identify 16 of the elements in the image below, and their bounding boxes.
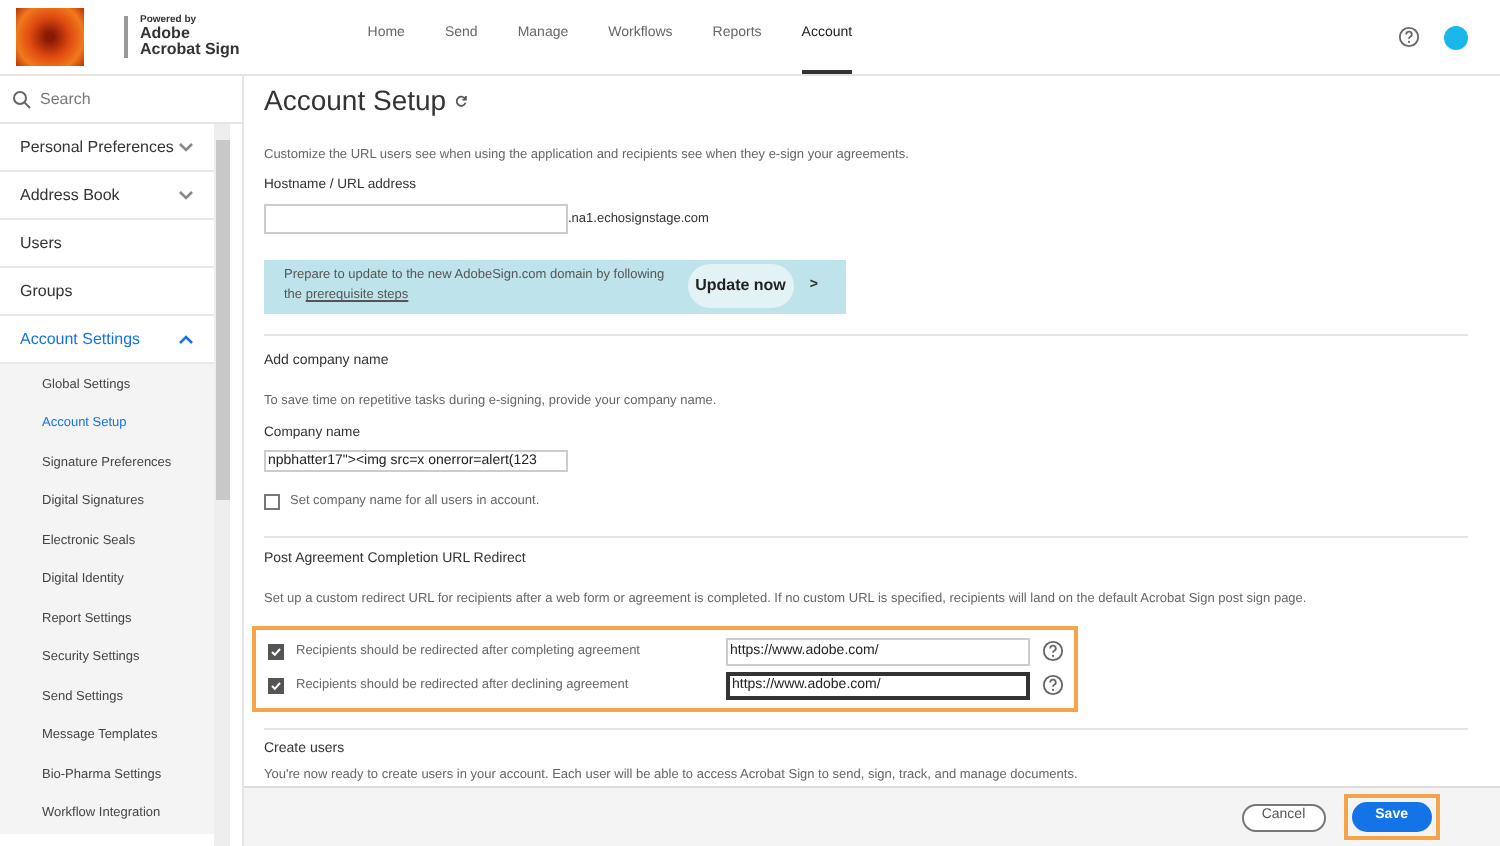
help-icon[interactable] bbox=[1042, 674, 1064, 697]
page-title: Account Setup bbox=[264, 82, 447, 120]
flower-logo bbox=[16, 8, 84, 66]
search-icon bbox=[12, 89, 32, 109]
refresh-icon[interactable] bbox=[454, 94, 469, 108]
brand-name: Adobe bbox=[140, 26, 192, 42]
search-field[interactable]: Search bbox=[40, 87, 200, 111]
help-icon[interactable] bbox=[1042, 640, 1064, 663]
hostname-field[interactable] bbox=[264, 203, 568, 234]
brand-name: Acrobat Sign bbox=[140, 42, 240, 58]
checkbox[interactable] bbox=[264, 493, 280, 510]
help-icon[interactable] bbox=[1398, 26, 1420, 48]
checkbox[interactable] bbox=[268, 643, 284, 660]
checkbox[interactable] bbox=[268, 677, 284, 694]
scrollbar[interactable] bbox=[214, 124, 230, 846]
update-now-button[interactable]: Update now bbox=[687, 264, 794, 309]
